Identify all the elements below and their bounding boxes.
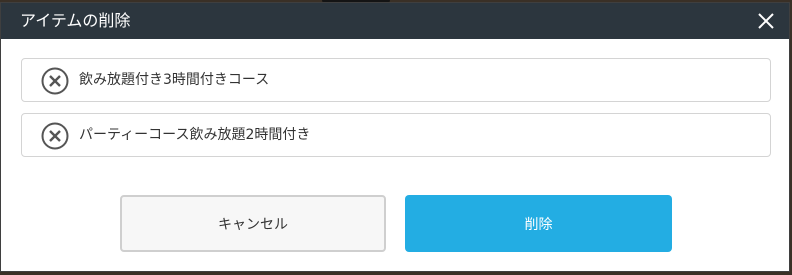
item-label: パーティーコース飲み放題2時間付き — [79, 127, 311, 143]
delete-button[interactable]: 削除 — [405, 195, 672, 252]
remove-circle-icon[interactable] — [41, 122, 69, 150]
item-label: 飲み放題付き3時間付きコース — [79, 72, 270, 88]
list-item: 飲み放題付き3時間付きコース — [21, 58, 771, 102]
remove-circle-icon[interactable] — [41, 67, 69, 95]
close-icon[interactable] — [757, 12, 775, 30]
dialog-header: アイテムの削除 — [1, 3, 789, 39]
dialog-title: アイテムの削除 — [20, 11, 131, 30]
list-item: パーティーコース飲み放題2時間付き — [21, 113, 771, 157]
delete-item-dialog: アイテムの削除 飲み放題付き3時間付きコース パーティーコース飲み放題2時間付き… — [0, 2, 790, 272]
cancel-button[interactable]: キャンセル — [120, 195, 386, 252]
